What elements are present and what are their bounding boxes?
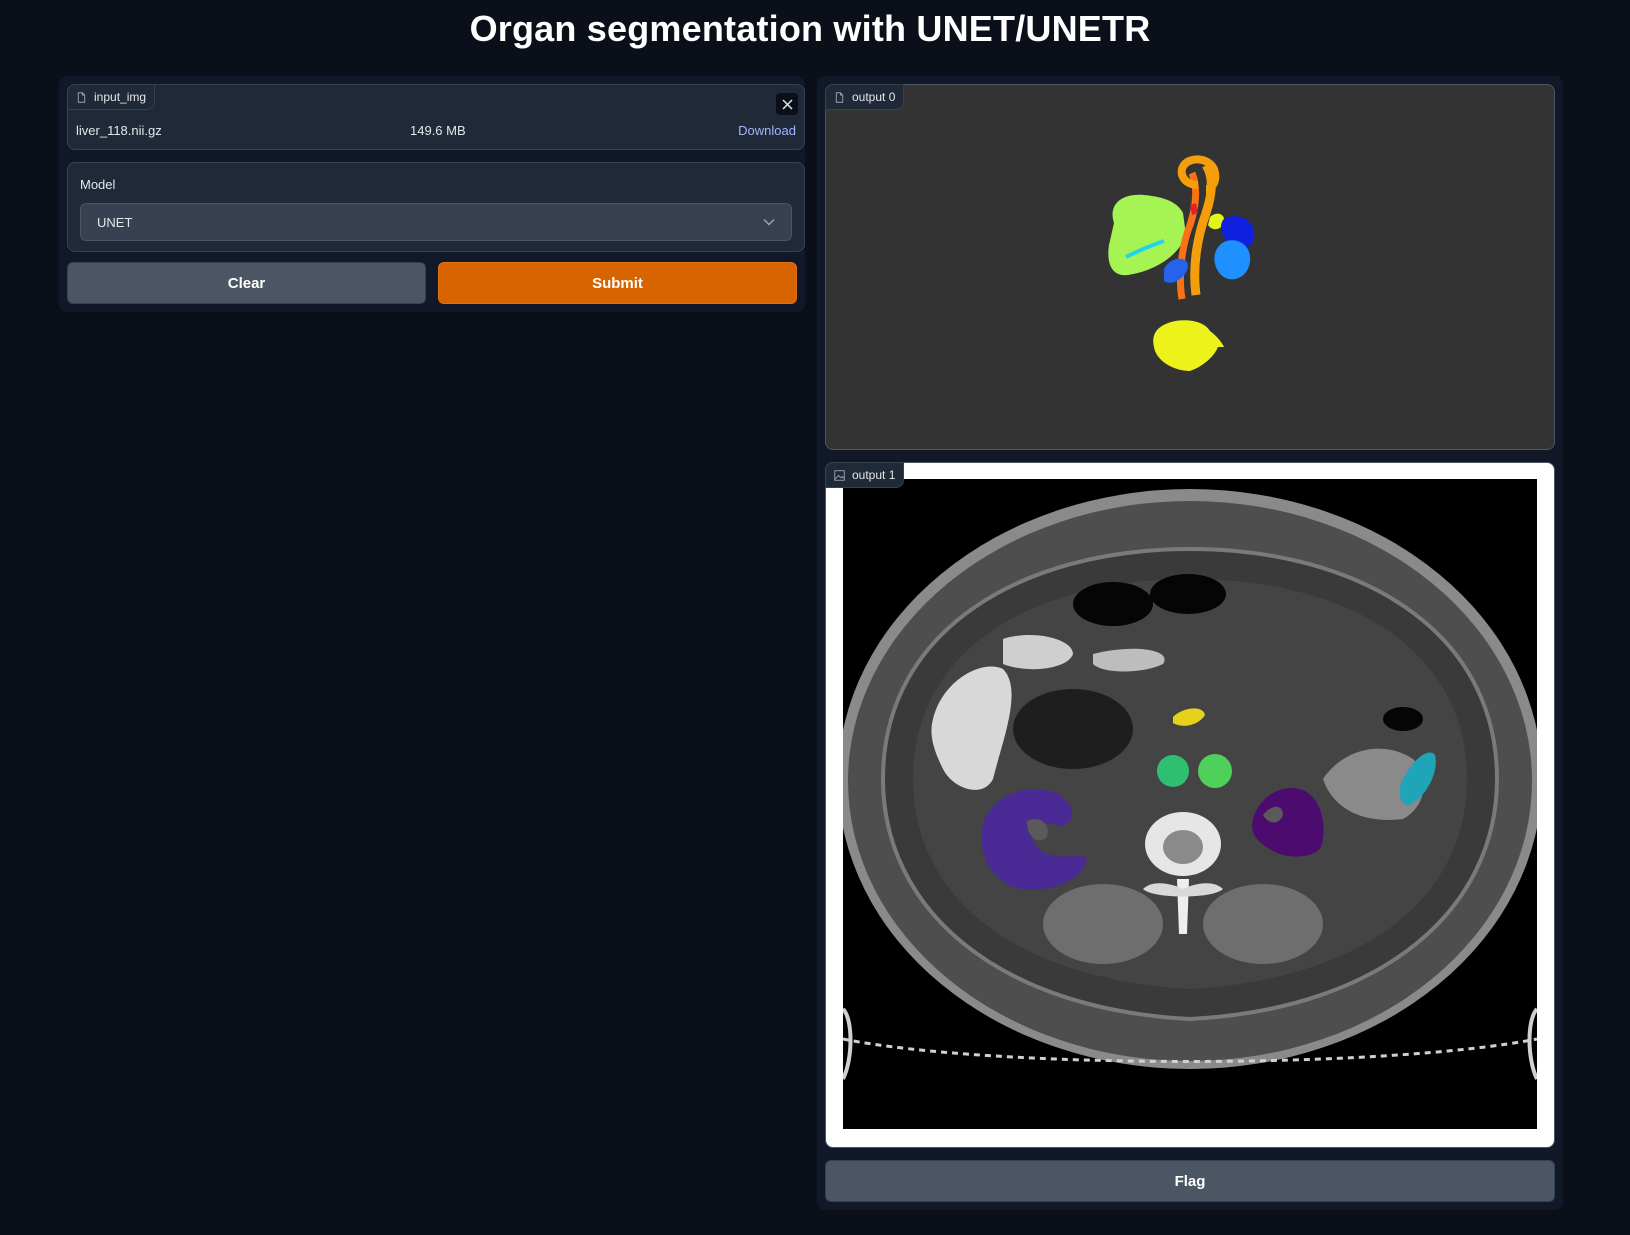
bowel-gas-1 [1073,582,1153,626]
kidney-right-mesh [1214,240,1251,280]
psoas-left [1043,884,1163,964]
output-1-viewer[interactable]: output 1 [825,462,1555,1148]
ct-table-edge-right [1527,1007,1537,1080]
input-img-label: input_img [67,84,156,110]
bladder-mesh [1153,320,1224,371]
ivc-overlay [1157,755,1189,787]
clear-button[interactable]: Clear [67,262,426,304]
output-1-label-text: output 1 [852,468,896,482]
output-0-viewer[interactable]: output 0 [825,84,1555,450]
output-1-label: output 1 [825,462,905,488]
bowel-gas-2 [1150,574,1226,614]
chevron-down-icon [763,218,775,226]
clear-file-button[interactable] [776,93,798,115]
input-panel: input_img liver_118.nii.gz 149.6 MB Down… [59,76,805,312]
file-name: liver_118.nii.gz [76,123,162,138]
segmentation-3d-render [1108,155,1255,371]
spinal-canal [1163,830,1203,864]
file-row: liver_118.nii.gz 149.6 MB Download [76,123,796,138]
image-icon [834,469,845,481]
ct-table-edge-left [843,1007,853,1080]
gallbladder-mesh [1164,258,1188,283]
model-dropdown[interactable]: UNET [80,203,792,241]
download-link[interactable]: Download [738,123,796,138]
ct-slice-render [843,489,1537,1080]
model-block: Model UNET [67,162,805,252]
model-selected-value: UNET [97,214,133,230]
file-size: 149.6 MB [410,123,466,138]
input-img-label-text: input_img [94,90,147,104]
bowel-gas-4 [1013,689,1133,769]
model-label: Model [80,177,116,192]
aorta-overlay [1198,754,1232,788]
flag-button[interactable]: Flag [825,1160,1555,1202]
file-icon [77,91,86,103]
output-panel: output 0 output 1 Flag [817,76,1563,1210]
close-icon [781,98,793,110]
bowel-gas-3 [1383,707,1423,731]
ct-slice-image [843,479,1537,1129]
input-file-block: input_img liver_118.nii.gz 149.6 MB Down… [67,84,805,150]
psoas-right [1203,884,1323,964]
submit-button[interactable]: Submit [438,262,797,304]
page-title: Organ segmentation with UNET/UNETR [469,8,1151,49]
